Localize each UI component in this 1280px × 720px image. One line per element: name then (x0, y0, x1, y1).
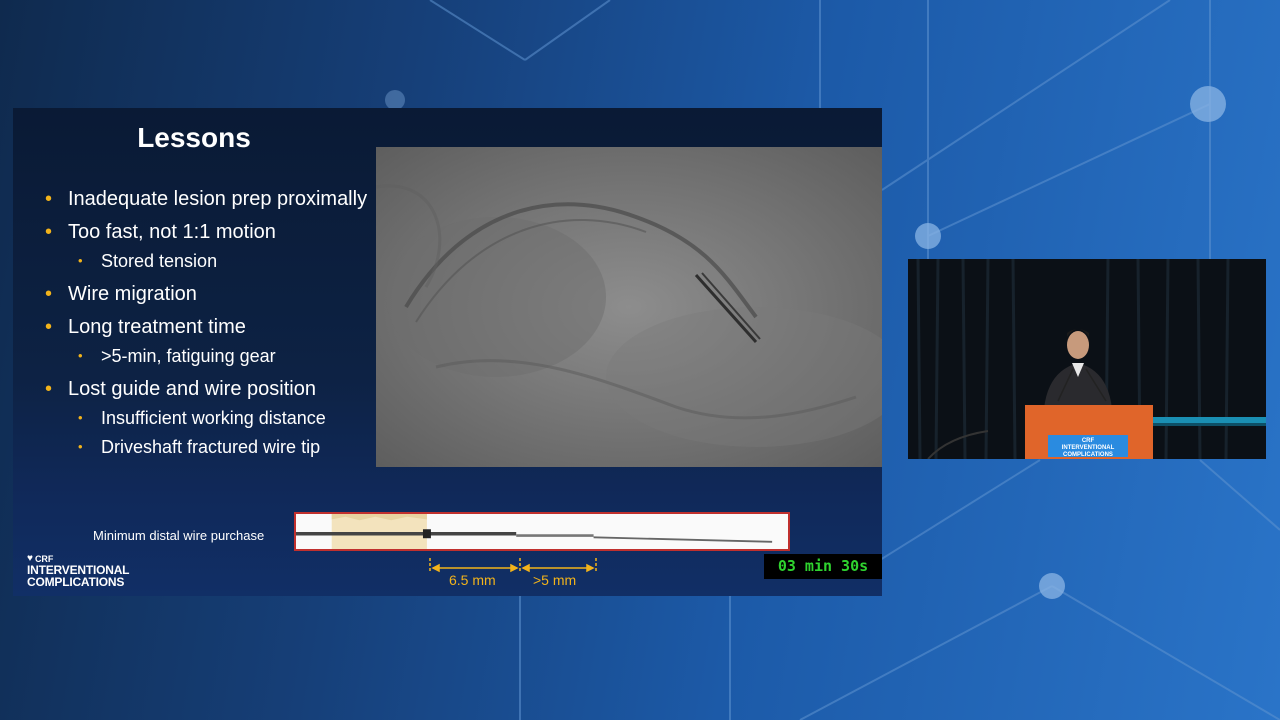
sub-bullet-dot-icon: • (78, 348, 83, 363)
bullet-item: • Too fast, not 1:1 motion (45, 219, 375, 245)
wire-purchase-caption: Minimum distal wire purchase (93, 528, 265, 543)
slide-title: Lessons (137, 122, 251, 153)
podium-sign-line-1: INTERVENTIONAL (1061, 445, 1115, 451)
sub-bullet-item: • Stored tension (45, 250, 375, 272)
measurement-markers (429, 558, 597, 573)
presentation-timer: 03 min 30s (764, 554, 882, 579)
bullet-text: Lost guide and wire position (68, 378, 316, 400)
crf-logo: ♥ CRF INTERVENTIONAL COMPLICATIONS (27, 553, 130, 589)
bullet-text: Too fast, not 1:1 motion (68, 221, 276, 243)
bullet-item: • Lost guide and wire position (45, 376, 375, 402)
sub-bullet-dot-icon: • (78, 410, 83, 425)
bullet-dot-icon: • (45, 188, 53, 210)
wire-diagram (294, 512, 790, 551)
measurement-label-1: 6.5 mm (449, 572, 496, 588)
sub-bullet-text: Driveshaft fractured wire tip (101, 437, 321, 457)
bullet-text: Inadequate lesion prep proximally (68, 188, 368, 210)
bullet-text: Long treatment time (68, 316, 246, 338)
podium-sign: CRF INTERVENTIONAL COMPLICATIONS (1048, 435, 1128, 458)
bullet-dot-icon: • (45, 283, 53, 305)
bullet-text: Wire migration (68, 283, 197, 305)
bullet-dot-icon: • (45, 316, 53, 338)
sub-bullet-dot-icon: • (78, 253, 83, 268)
podium-sign-line-2: COMPLICATIONS (1063, 452, 1113, 458)
logo-crf-text: CRF (34, 553, 54, 564)
sub-bullet-text: Insufficient working distance (101, 408, 326, 428)
sub-bullet-text: >5-min, fatiguing gear (101, 346, 276, 366)
bullet-dot-icon: • (45, 221, 53, 243)
measurement-label-2: >5 mm (533, 572, 577, 588)
bullet-dot-icon: • (45, 378, 53, 400)
sub-bullet-dot-icon: • (78, 439, 83, 454)
sub-bullet-item: • Insufficient working distance (45, 407, 375, 429)
podium-sign-crf: CRF (1081, 438, 1095, 444)
bullet-list: • Inadequate lesion prep proximally • Too … (45, 186, 375, 467)
presentation-slide: Lessons • Inadequate lesion prep proximal… (13, 108, 882, 596)
speaker-video-feed: CRF INTERVENTIONAL COMPLICATIONS (908, 259, 1266, 459)
sub-bullet-text: Stored tension (101, 251, 218, 271)
sub-bullet-item: • >5-min, fatiguing gear (45, 345, 375, 367)
bullet-item: • Inadequate lesion prep proximally (45, 186, 375, 212)
logo-line-2: COMPLICATIONS (27, 575, 125, 589)
sub-bullet-item: • Driveshaft fractured wire tip (45, 436, 375, 458)
fluoroscopy-image (376, 147, 882, 467)
bullet-item: • Wire migration (45, 281, 375, 307)
bullet-item: • Long treatment time (45, 314, 375, 340)
